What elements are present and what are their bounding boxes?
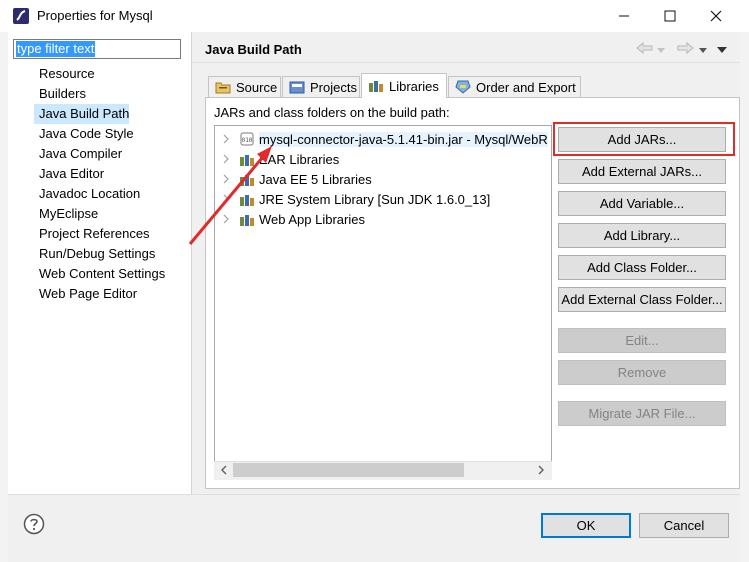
add-class-folder-button[interactable]: Add Class Folder...	[558, 255, 726, 280]
library-icon	[239, 191, 255, 207]
eclipse-app-icon	[12, 7, 30, 25]
tab-source[interactable]: Source	[208, 76, 281, 97]
nav-item-java-build-path[interactable]: Java Build Path	[34, 104, 129, 124]
source-folder-icon	[215, 80, 231, 94]
tree-row-label: mysql-connector-java-5.1.41-bin.jar - My…	[259, 131, 548, 147]
nav-item-web-page-editor[interactable]: Web Page Editor	[34, 284, 190, 304]
nav-item-java-code-style[interactable]: Java Code Style	[34, 124, 190, 144]
tree-row-java-ee-5-libraries[interactable]: Java EE 5 Libraries	[219, 169, 372, 189]
add-jars-button[interactable]: Add JARs...	[558, 127, 726, 152]
help-icon[interactable]	[23, 513, 45, 535]
filter-input-text: type filter text	[16, 41, 96, 57]
maximize-icon	[664, 10, 676, 22]
tab-order-and-export[interactable]: Order and Export	[448, 76, 581, 97]
forward-arrow-icon[interactable]	[676, 41, 694, 55]
page-title: Java Build Path	[205, 42, 302, 57]
chevron-right-icon[interactable]	[219, 209, 233, 229]
nav-item-run-debug-settings[interactable]: Run/Debug Settings	[34, 244, 190, 264]
tree-row-ear-libraries[interactable]: EAR Libraries	[219, 149, 339, 169]
nav-item-javadoc-location[interactable]: Javadoc Location	[34, 184, 190, 204]
close-icon	[710, 10, 722, 22]
nav-item-web-content-settings[interactable]: Web Content Settings	[34, 264, 190, 284]
tab-label: Libraries	[389, 78, 439, 94]
background-window-edge	[740, 32, 749, 562]
tree-row-mysql-connector-jar[interactable]: 010 mysql-connector-java-5.1.41-bin.jar …	[219, 129, 548, 149]
nav-item-resource[interactable]: Resource	[34, 64, 190, 84]
minimize-icon	[619, 15, 629, 17]
tree-row-label: Web App Libraries	[259, 211, 365, 227]
tree-row-label: EAR Libraries	[259, 151, 340, 167]
chevron-down-icon[interactable]	[656, 43, 666, 58]
chevron-right-icon[interactable]	[219, 189, 233, 209]
nav-item-java-editor[interactable]: Java Editor	[34, 164, 190, 184]
nav-item-project-references[interactable]: Project References	[34, 224, 190, 244]
scroll-right-icon[interactable]	[535, 463, 547, 477]
ok-button[interactable]: OK	[541, 513, 631, 538]
add-external-class-folder-button[interactable]: Add External Class Folder...	[558, 287, 726, 312]
minimize-button[interactable]	[601, 0, 647, 32]
chevron-down-icon[interactable]	[698, 43, 708, 58]
tree-row-label: Java EE 5 Libraries	[259, 171, 372, 187]
maximize-button[interactable]	[647, 0, 693, 32]
nav-item-java-compiler[interactable]: Java Compiler	[34, 144, 190, 164]
tab-label: Source	[236, 79, 278, 95]
order-export-icon	[455, 80, 471, 94]
tree-row-label: JRE System Library [Sun JDK 1.6.0_13]	[259, 191, 491, 207]
header-divider	[192, 62, 740, 63]
chevron-right-icon[interactable]	[219, 149, 233, 169]
tree-row-web-app-libraries[interactable]: Web App Libraries	[219, 209, 365, 229]
project-icon	[289, 80, 305, 94]
nav-item-myeclipse[interactable]: MyEclipse	[34, 204, 190, 224]
tab-label: Order and Export	[476, 79, 576, 95]
library-icon	[239, 211, 255, 227]
library-icon	[368, 79, 384, 93]
remove-button[interactable]: Remove	[558, 360, 726, 385]
section-label: JARs and class folders on the build path…	[214, 105, 450, 120]
jar-icon: 010	[239, 131, 255, 147]
preference-nav-list: Resource Builders Java Build Path Java C…	[34, 64, 190, 304]
view-menu-icon[interactable]	[716, 43, 728, 58]
svg-text:010: 010	[242, 137, 253, 144]
library-tree[interactable]: 010 mysql-connector-java-5.1.41-bin.jar …	[214, 125, 552, 480]
background-window-edge	[0, 32, 8, 562]
library-icon	[239, 151, 255, 167]
tree-row-jre-system-library[interactable]: JRE System Library [Sun JDK 1.6.0_13]	[219, 189, 490, 209]
window-title: Properties for Mysql	[37, 8, 153, 23]
chevron-right-icon[interactable]	[219, 169, 233, 189]
close-button[interactable]	[693, 0, 739, 32]
edit-button[interactable]: Edit...	[558, 328, 726, 353]
library-icon	[239, 171, 255, 187]
add-external-jars-button[interactable]: Add External JARs...	[558, 159, 726, 184]
tab-libraries[interactable]: Libraries	[361, 73, 447, 98]
chevron-right-icon[interactable]	[219, 129, 233, 149]
migrate-jar-button[interactable]: Migrate JAR File...	[558, 401, 726, 426]
cancel-button[interactable]: Cancel	[639, 513, 729, 538]
back-arrow-icon[interactable]	[636, 41, 654, 55]
tab-label: Projects	[310, 79, 357, 95]
add-library-button[interactable]: Add Library...	[558, 223, 726, 248]
scroll-left-icon[interactable]	[218, 463, 230, 477]
nav-item-builders[interactable]: Builders	[34, 84, 190, 104]
scrollbar-thumb[interactable]	[233, 463, 464, 477]
add-variable-button[interactable]: Add Variable...	[558, 191, 726, 216]
tab-projects[interactable]: Projects	[282, 76, 360, 97]
